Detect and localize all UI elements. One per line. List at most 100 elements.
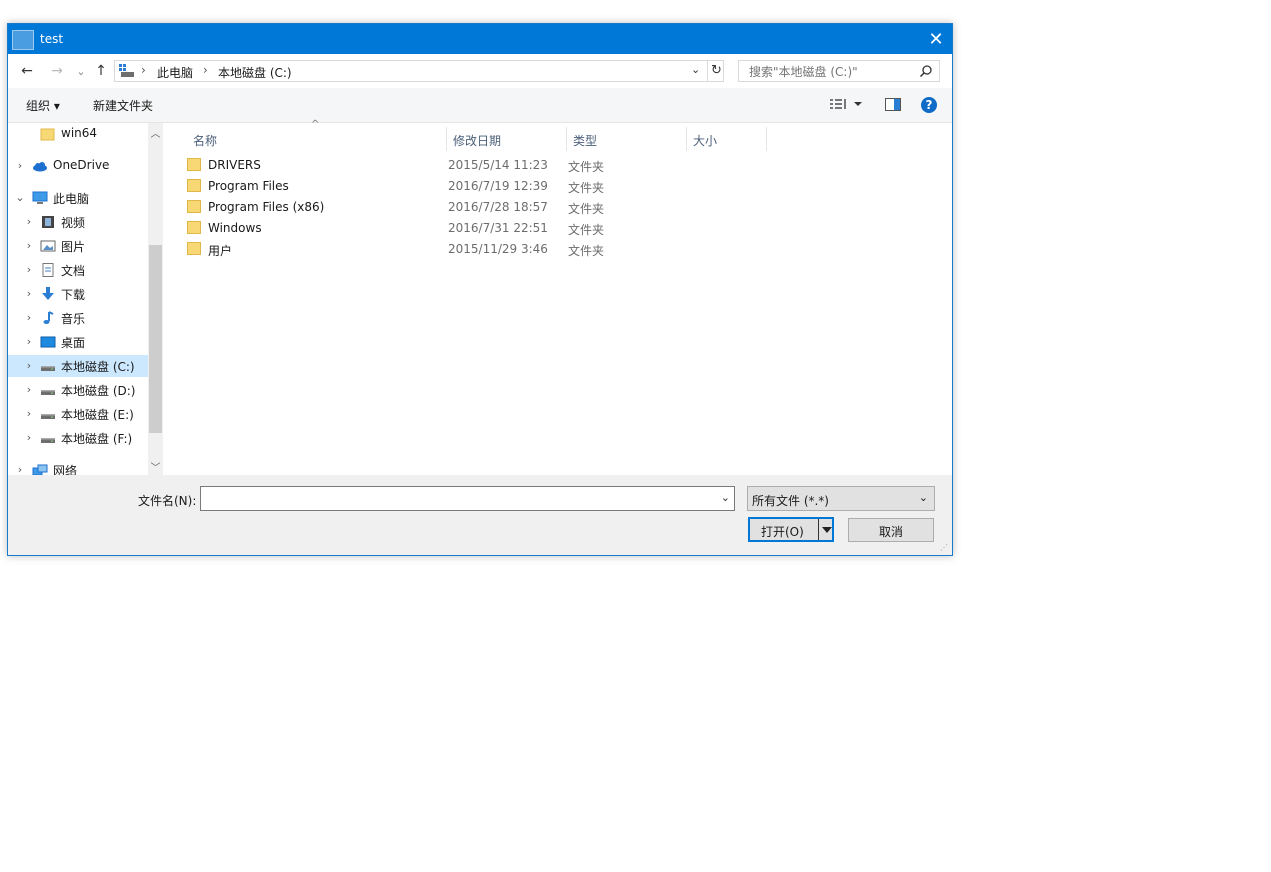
nav-item[interactable]: › 音乐 xyxy=(8,307,148,329)
file-name: 用户 xyxy=(208,244,233,258)
close-icon: ✕ xyxy=(928,28,944,50)
filename-label: 文件名(N): xyxy=(138,494,197,508)
drive-icon xyxy=(119,64,134,77)
video-icon xyxy=(40,215,56,229)
chevron-right-icon[interactable]: › xyxy=(24,407,34,420)
scroll-down-icon[interactable]: ﹀ xyxy=(148,459,163,474)
chevron-right-icon[interactable]: › xyxy=(24,215,34,228)
filename-input[interactable] xyxy=(205,487,709,510)
nav-item-label: 本地磁盘 (C:) xyxy=(61,360,135,374)
picture-icon xyxy=(40,239,56,253)
close-button[interactable]: ✕ xyxy=(920,24,952,54)
column-header-name[interactable]: 名称 xyxy=(179,127,447,151)
nav-item[interactable]: win64 xyxy=(8,123,148,145)
chevron-right-icon[interactable]: › xyxy=(24,239,34,252)
search-input[interactable] xyxy=(747,64,921,80)
nav-item[interactable]: › 下载 xyxy=(8,283,148,305)
forward-arrow-icon: → xyxy=(51,63,63,79)
breadcrumb-this-pc[interactable]: 此电脑 xyxy=(157,64,193,81)
column-header-size[interactable]: 大小 xyxy=(687,127,767,151)
back-arrow-icon: ← xyxy=(21,63,33,79)
filename-combobox[interactable]: ⌄ xyxy=(200,486,735,511)
file-name: DRIVERS xyxy=(208,158,261,172)
folder-icon xyxy=(187,158,201,171)
download-icon xyxy=(40,287,56,301)
file-type: 文件夹 xyxy=(568,181,605,195)
file-type: 文件夹 xyxy=(568,160,605,174)
up-arrow-icon: ↑ xyxy=(95,63,107,79)
nav-item[interactable]: › 本地磁盘 (E:) xyxy=(8,403,148,425)
music-icon xyxy=(40,311,56,325)
nav-item[interactable]: › 本地磁盘 (D:) xyxy=(8,379,148,401)
back-button[interactable]: ← xyxy=(18,62,36,80)
drive-icon xyxy=(40,407,56,421)
nav-item-label: 此电脑 xyxy=(53,192,90,206)
organize-button[interactable]: 组织 ▾ xyxy=(26,97,60,114)
file-modified: 2015/11/29 3:46 xyxy=(448,242,548,256)
chevron-down-icon[interactable]: ⌄ xyxy=(721,491,730,504)
file-modified: 2016/7/19 12:39 xyxy=(448,179,548,193)
scroll-thumb[interactable] xyxy=(149,245,162,433)
title-bar[interactable]: test ✕ xyxy=(8,24,952,54)
nav-item-label: 视频 xyxy=(61,216,86,230)
chevron-right-icon[interactable]: › xyxy=(15,159,25,172)
file-row[interactable]: Program Files 2016/7/19 12:39 文件夹 xyxy=(183,176,743,197)
up-button[interactable]: ↑ xyxy=(92,62,110,80)
scroll-up-icon[interactable]: ︿ xyxy=(148,125,163,140)
window-title: test xyxy=(40,32,64,46)
chevron-right-icon[interactable]: › xyxy=(24,359,34,372)
breadcrumb-local-disk-c[interactable]: 本地磁盘 (C:) xyxy=(218,64,292,81)
recent-locations-button[interactable]: ⌄ xyxy=(72,62,90,80)
address-dropdown-icon[interactable]: ⌄ xyxy=(691,63,700,76)
file-list[interactable]: ^ 名称 修改日期 类型 大小 DRIVERS 2015/5/14 11:23 文件… xyxy=(163,119,952,475)
nav-item[interactable]: ⌄ 此电脑 xyxy=(8,187,148,209)
command-bar: 组织 ▾ 新建文件夹 ? xyxy=(8,88,952,123)
new-folder-button[interactable]: 新建文件夹 xyxy=(93,97,153,114)
file-row[interactable]: Program Files (x86) 2016/7/28 18:57 文件夹 xyxy=(183,197,743,218)
chevron-right-icon[interactable]: › xyxy=(24,311,34,324)
file-row[interactable]: Windows 2016/7/31 22:51 文件夹 xyxy=(183,218,743,239)
file-row[interactable]: 用户 2015/11/29 3:46 文件夹 xyxy=(183,239,743,260)
file-type-select[interactable]: 所有文件 (*.*) ⌄ xyxy=(747,486,935,511)
chevron-right-icon[interactable]: › xyxy=(24,335,34,348)
file-row[interactable]: DRIVERS 2015/5/14 11:23 文件夹 xyxy=(183,155,743,176)
help-icon[interactable]: ? xyxy=(920,96,938,114)
network-icon xyxy=(32,463,48,475)
nav-item[interactable]: › 图片 xyxy=(8,235,148,257)
nav-item[interactable]: › 网络 xyxy=(8,459,148,475)
open-options-arrow-icon[interactable] xyxy=(821,523,833,537)
nav-item[interactable]: › OneDrive xyxy=(8,155,148,177)
open-button[interactable]: 打开(O) xyxy=(748,517,834,542)
nav-item[interactable]: › 本地磁盘 (C:) xyxy=(8,355,148,377)
folder-icon xyxy=(187,221,201,234)
nav-item[interactable]: › 桌面 xyxy=(8,331,148,353)
resize-grip-icon[interactable]: ⋰ xyxy=(940,543,950,553)
nav-scrollbar[interactable]: ︿ ﹀ xyxy=(148,123,163,475)
folder-icon xyxy=(40,127,56,141)
preview-pane-icon[interactable] xyxy=(885,98,901,111)
nav-item-label: 网络 xyxy=(53,464,78,475)
chevron-right-icon[interactable]: › xyxy=(15,463,25,475)
chevron-down-icon: ⌄ xyxy=(76,64,86,78)
nav-item[interactable]: › 本地磁盘 (F:) xyxy=(8,427,148,449)
refresh-icon[interactable]: ↻ xyxy=(711,63,722,78)
file-modified: 2015/5/14 11:23 xyxy=(448,158,548,172)
divider xyxy=(707,61,708,81)
column-header-type[interactable]: 类型 xyxy=(567,127,687,151)
view-options-icon[interactable] xyxy=(830,98,864,112)
chevron-right-icon[interactable]: › xyxy=(24,263,34,276)
nav-item[interactable]: › 视频 xyxy=(8,211,148,233)
chevron-right-icon[interactable]: › xyxy=(24,431,34,444)
chevron-down-icon[interactable]: ⌄ xyxy=(15,191,25,204)
app-icon xyxy=(12,30,34,50)
cancel-button[interactable]: 取消 xyxy=(848,518,934,542)
nav-item[interactable]: › 文档 xyxy=(8,259,148,281)
chevron-right-icon[interactable]: › xyxy=(24,287,34,300)
forward-button[interactable]: → xyxy=(48,62,66,80)
column-header-modified[interactable]: 修改日期 xyxy=(447,127,567,151)
search-box[interactable] xyxy=(738,60,940,82)
address-bar[interactable]: › 此电脑 › 本地磁盘 (C:) ⌄ ↻ xyxy=(114,60,724,82)
nav-item-label: 图片 xyxy=(61,240,86,254)
navigation-pane[interactable]: win64 › OneDrive ⌄ 此电脑 › 视频 › 图片 › 文档 › 下载 › 音乐 › 桌面 › 本地磁… xyxy=(8,123,163,475)
chevron-right-icon[interactable]: › xyxy=(24,383,34,396)
